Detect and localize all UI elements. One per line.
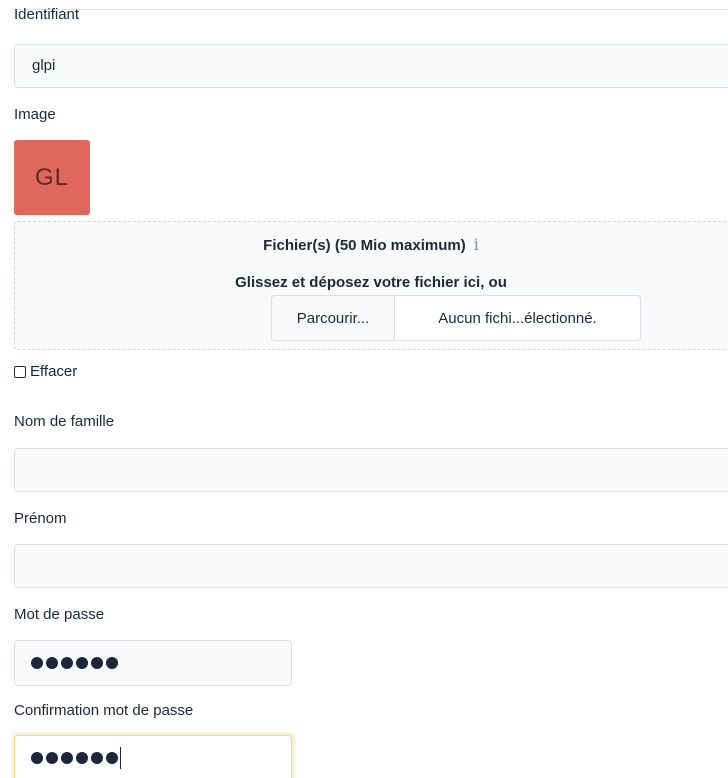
password-mask-dot: [106, 657, 118, 669]
password-confirm-input[interactable]: [14, 735, 292, 778]
password-mask-dot: [76, 752, 88, 764]
clear-picture-label: Effacer: [30, 363, 78, 380]
last-name-label: Nom de famille: [14, 413, 115, 430]
picture-label: Image: [14, 106, 56, 123]
last-name-input[interactable]: [14, 448, 728, 492]
dropzone-title-text: Fichier(s) (50 Mio maximum): [263, 237, 466, 254]
dropzone-instruction: Glissez et déposez votre fichier ici, ou: [235, 274, 507, 291]
clear-picture-checkbox[interactable]: [14, 365, 26, 378]
password-mask-dot: [61, 752, 73, 764]
password-mask-dot: [31, 752, 43, 764]
info-icon[interactable]: i: [474, 236, 479, 254]
first-name-input[interactable]: [14, 544, 728, 588]
top-divider: [14, 0, 728, 10]
browse-button[interactable]: Parcourir...: [272, 296, 395, 340]
login-label: Identifiant: [14, 6, 80, 23]
password-mask-dot: [106, 752, 118, 764]
login-input[interactable]: glpi: [14, 44, 728, 88]
password-mask-dot: [76, 657, 88, 669]
password-mask-dot: [31, 657, 43, 669]
password-mask-dot: [61, 657, 73, 669]
file-input-group[interactable]: Parcourir... Aucun fichi...électionné.: [271, 295, 641, 341]
avatar: GL: [14, 140, 90, 215]
first-name-label: Prénom: [14, 510, 67, 527]
file-dropzone[interactable]: Fichier(s) (50 Mio maximum) i Glissez et …: [14, 221, 728, 350]
password-mask-dot: [91, 752, 103, 764]
text-caret: [120, 747, 121, 769]
password-input[interactable]: [14, 640, 292, 686]
password-mask-dot: [91, 657, 103, 669]
user-form: Identifiant glpi Image GL Fichier(s) (50…: [0, 0, 728, 778]
password-mask-dot: [46, 657, 58, 669]
clear-picture-row[interactable]: Effacer: [14, 363, 77, 380]
dropzone-title: Fichier(s) (50 Mio maximum) i: [15, 236, 727, 255]
password-confirm-label: Confirmation mot de passe: [14, 702, 194, 719]
file-status-text: Aucun fichi...électionné.: [438, 309, 597, 327]
password-label: Mot de passe: [14, 606, 105, 623]
password-mask-dot: [46, 752, 58, 764]
